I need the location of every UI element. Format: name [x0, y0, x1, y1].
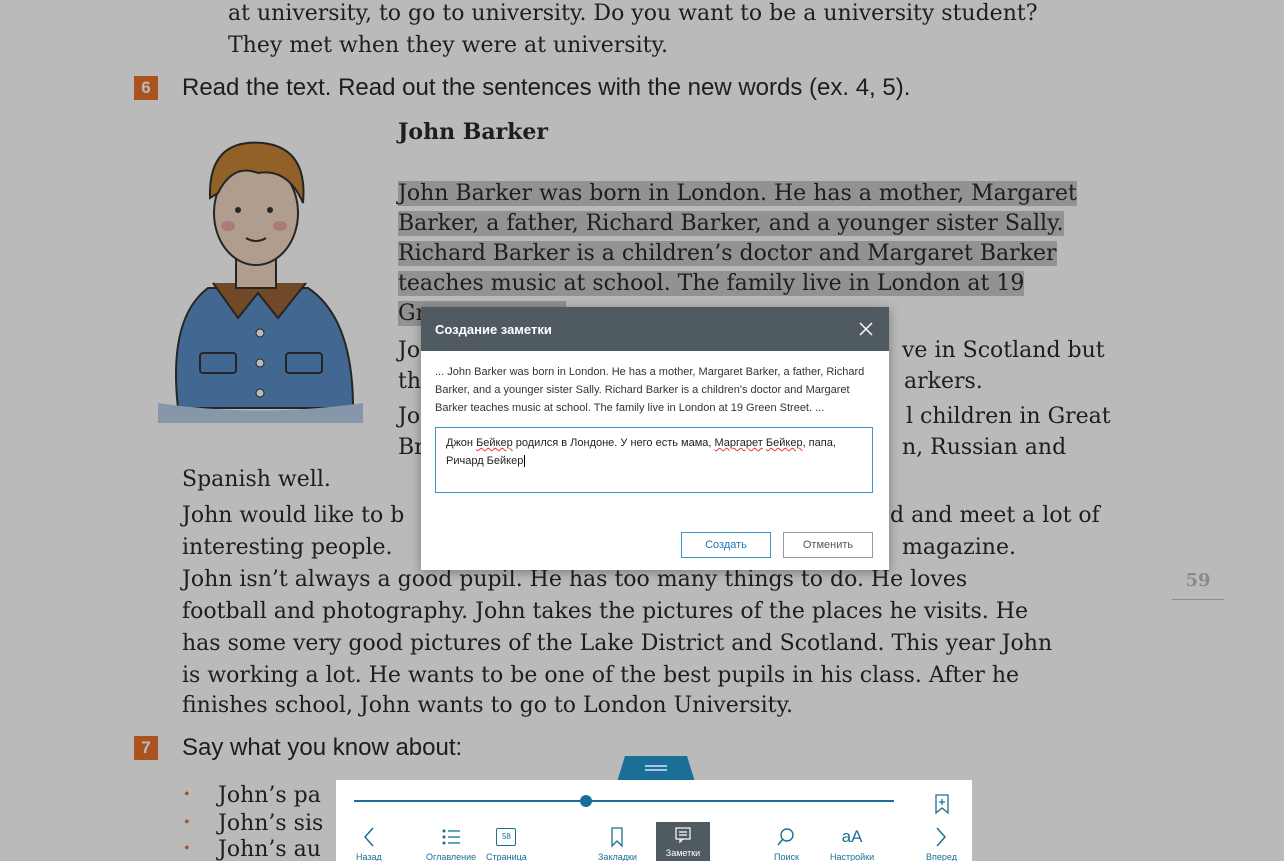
note-textarea[interactable]: Джон Бейкер родился в Лондоне. У него ес…: [435, 427, 873, 493]
exercise-7-instruction: Say what you know about:: [182, 734, 463, 761]
close-icon[interactable]: [857, 320, 875, 338]
chevron-right-icon: [936, 827, 947, 847]
dialog-header: Создание заметки: [421, 307, 889, 351]
create-note-dialog: Создание заметки ... John Barker was bor…: [421, 307, 889, 570]
text-fragment: n, Russian and: [902, 435, 1067, 460]
page-number: 59: [1172, 570, 1224, 600]
text-line: at university, to go to university. Do y…: [228, 1, 1038, 26]
settings-button[interactable]: aA Настройки: [830, 826, 874, 861]
forward-label: Вперед: [926, 852, 957, 861]
bullet-dot: •: [184, 814, 190, 831]
text-line: is working a lot. He wants to be one of …: [182, 663, 1020, 688]
note-text: Бейкер: [476, 437, 513, 449]
highlighted-text[interactable]: Richard Barker is a children’s doctor an…: [398, 241, 1057, 266]
page-button[interactable]: 58 Страница: [486, 826, 527, 861]
text-line: John would like to b: [182, 503, 405, 528]
search-icon: [777, 828, 795, 846]
cancel-button[interactable]: Отменить: [783, 532, 873, 558]
back-label: Назад: [356, 852, 382, 861]
bookmarks-label: Закладки: [598, 852, 637, 861]
notes-label: Заметки: [665, 848, 701, 858]
text-line: has some very good pictures of the Lake …: [182, 631, 1053, 656]
list-icon: [442, 829, 461, 845]
dialog-title: Создание заметки: [435, 321, 552, 337]
bullet-item: John’s sis: [218, 811, 324, 836]
exercise-6-badge: 6: [134, 76, 158, 100]
highlighted-text[interactable]: teaches music at school. The family live…: [398, 271, 1025, 296]
add-bookmark-icon[interactable]: [934, 794, 950, 814]
highlighted-text[interactable]: John Barker was born in London. He has a…: [398, 181, 1077, 206]
font-size-icon: aA: [841, 827, 863, 846]
highlighted-text[interactable]: Barker, a father, Richard Barker, and a …: [398, 211, 1064, 236]
bullet-dot: •: [184, 786, 190, 803]
note-icon: [675, 827, 691, 844]
search-label: Поиск: [774, 852, 799, 861]
story-title: John Barker: [398, 119, 549, 145]
boy-illustration: [158, 141, 363, 423]
text-fragment: l children in Great: [906, 404, 1111, 429]
text-fragment: th: [398, 369, 422, 394]
bookmarks-button[interactable]: Закладки: [598, 826, 637, 861]
slider-thumb[interactable]: [580, 795, 593, 807]
contents-label: Оглавление: [426, 852, 477, 861]
page-badge-icon: 58: [496, 828, 517, 846]
chevron-left-icon: [363, 827, 374, 847]
bullet-dot: •: [184, 840, 190, 857]
reader-toolbar: Назад Оглавление 58 Страница Закладки За…: [336, 780, 972, 861]
exercise-6-instruction: Read the text. Read out the sentences wi…: [182, 74, 911, 101]
toolbar-handle[interactable]: [617, 756, 695, 782]
text-fragment: ve in Scotland but: [902, 338, 1105, 363]
text-line: interesting people.: [182, 535, 393, 560]
progress-slider[interactable]: [354, 800, 894, 802]
dialog-buttons: Создать Отменить: [681, 532, 873, 558]
text-line: football and photography. John takes the…: [182, 599, 1028, 624]
search-button[interactable]: Поиск: [774, 826, 799, 861]
text-fragment: magazine.: [902, 535, 1016, 560]
notes-button[interactable]: Заметки: [656, 822, 710, 861]
text-cursor: [524, 455, 526, 467]
note-text: родился в Лондоне. У него есть мама,: [512, 437, 715, 449]
text-fragment: Jo: [398, 338, 421, 363]
note-text: Джон: [446, 437, 477, 449]
text-line: finishes school, John wants to go to Lon…: [182, 693, 793, 718]
exercise-7-badge: 7: [134, 736, 158, 760]
text-fragment: Jo: [398, 404, 421, 429]
text-fragment: d and meet a lot of: [890, 503, 1100, 528]
page-label: Страница: [486, 852, 527, 861]
create-button[interactable]: Создать: [681, 532, 771, 558]
bullet-item: John’s au: [218, 837, 321, 861]
contents-button[interactable]: Оглавление: [426, 826, 476, 861]
bullet-item: John’s pa: [218, 783, 321, 808]
settings-label: Настройки: [830, 852, 875, 861]
text-line: They met when they were at university.: [228, 33, 668, 58]
text-line: Spanish well.: [182, 467, 331, 492]
bookmark-icon: [611, 827, 624, 848]
selected-text-quote: ... John Barker was born in London. He h…: [435, 366, 865, 414]
forward-button[interactable]: Вперед: [926, 826, 957, 861]
note-text: Маргарет: [714, 437, 763, 449]
back-button[interactable]: Назад: [356, 826, 382, 861]
text-fragment: arkers.: [904, 369, 983, 394]
note-text: Бейкер: [765, 437, 803, 449]
text-line: John isn’t always a good pupil. He has t…: [182, 567, 968, 592]
